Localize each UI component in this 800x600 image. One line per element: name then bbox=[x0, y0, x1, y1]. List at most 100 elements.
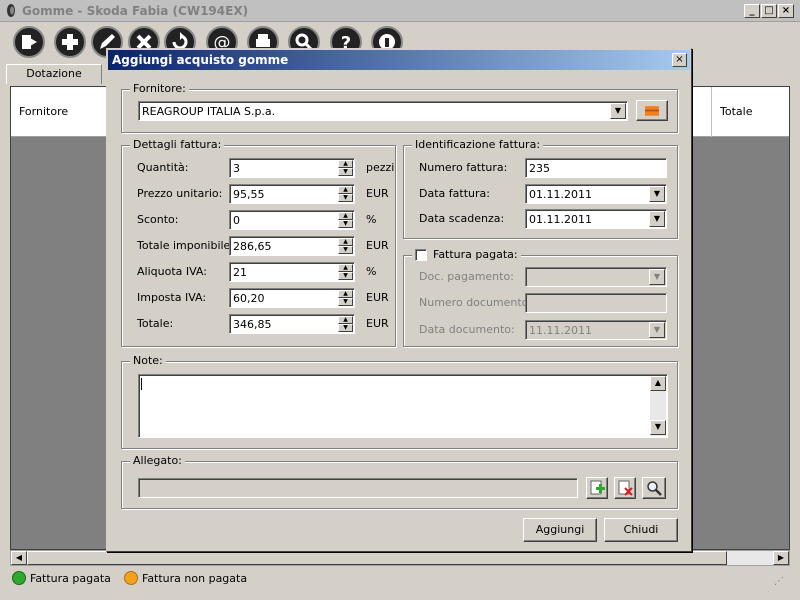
note-label: Note: bbox=[130, 354, 166, 367]
spin-down-icon[interactable]: ▼ bbox=[338, 194, 353, 202]
fornitore-browse-button[interactable] bbox=[636, 100, 668, 121]
spin-down-icon[interactable]: ▼ bbox=[338, 272, 353, 280]
imposta-iva-value: 60,20 bbox=[233, 292, 265, 305]
numero-fattura-input[interactable]: 235 bbox=[525, 158, 667, 178]
fattura-pagata-group: Fattura pagata: Doc. pagamento: ▼ Numero… bbox=[403, 248, 678, 347]
data-scadenza-picker[interactable]: 01.11.2011 ▼ bbox=[525, 209, 667, 229]
totale-label: Totale: bbox=[137, 317, 174, 330]
column-fornitore[interactable]: Fornitore bbox=[19, 105, 68, 118]
imposta-iva-spinner[interactable]: ▲ ▼ bbox=[338, 290, 353, 306]
spin-up-icon[interactable]: ▲ bbox=[338, 186, 353, 194]
spin-down-icon[interactable]: ▼ bbox=[338, 324, 353, 332]
quantita-label: Quantità: bbox=[137, 161, 189, 174]
aliquota-iva-unit: % bbox=[366, 265, 377, 278]
add-attachment-button[interactable] bbox=[586, 477, 608, 499]
scroll-left-arrow[interactable]: ◀ bbox=[11, 551, 27, 565]
quantita-value: 3 bbox=[233, 162, 240, 175]
data-fattura-picker[interactable]: 01.11.2011 ▼ bbox=[525, 184, 667, 204]
minimize-button[interactable]: _ bbox=[744, 4, 760, 18]
identificazione-fattura-label: Identificazione fattura: bbox=[412, 138, 544, 151]
tab-dotazione[interactable]: Dotazione bbox=[6, 64, 102, 84]
horizontal-scrollbar[interactable]: ◀ ▶ bbox=[10, 550, 790, 566]
spin-down-icon[interactable]: ▼ bbox=[338, 298, 353, 306]
fornitore-label: Fornitore: bbox=[130, 82, 189, 95]
numero-fattura-value: 235 bbox=[529, 162, 550, 175]
data-fattura-value: 01.11.2011 bbox=[529, 188, 592, 201]
data-documento-label: Data documento: bbox=[419, 323, 515, 336]
remove-attachment-button[interactable] bbox=[614, 477, 636, 499]
prezzo-unitario-spinner[interactable]: ▲ ▼ bbox=[338, 186, 353, 202]
exit-button[interactable] bbox=[12, 25, 46, 59]
prezzo-unitario-value: 95,55 bbox=[233, 188, 265, 201]
scroll-up-arrow[interactable]: ▲ bbox=[650, 376, 666, 391]
legend-paid: Fattura pagata bbox=[30, 572, 111, 585]
fattura-pagata-legend: Fattura pagata: bbox=[412, 248, 521, 261]
allegato-label: Allegato: bbox=[130, 454, 185, 467]
spin-up-icon[interactable]: ▲ bbox=[338, 238, 353, 246]
note-textarea[interactable]: ▲ ▼ bbox=[138, 374, 668, 438]
doc-pagamento-select[interactable]: ▼ bbox=[525, 267, 667, 287]
view-attachment-button[interactable] bbox=[642, 477, 666, 499]
prezzo-unitario-label: Prezzo unitario: bbox=[137, 187, 223, 200]
aggiungi-button[interactable]: Aggiungi bbox=[523, 518, 597, 542]
scroll-right-arrow[interactable]: ▶ bbox=[773, 551, 789, 565]
sconto-input[interactable]: 0 ▲ ▼ bbox=[229, 210, 355, 230]
resize-grip-icon[interactable]: ⋰ bbox=[774, 576, 784, 587]
close-window-button[interactable]: × bbox=[778, 4, 794, 18]
totale-unit: EUR bbox=[366, 317, 389, 330]
spin-up-icon[interactable]: ▲ bbox=[338, 160, 353, 168]
totale-spinner[interactable]: ▲ ▼ bbox=[338, 316, 353, 332]
spin-up-icon[interactable]: ▲ bbox=[338, 212, 353, 220]
scroll-down-arrow[interactable]: ▼ bbox=[650, 420, 666, 435]
aliquota-iva-input[interactable]: 21 ▲ ▼ bbox=[229, 262, 355, 282]
note-scrollbar[interactable]: ▲ ▼ bbox=[650, 376, 666, 436]
aliquota-iva-spinner[interactable]: ▲ ▼ bbox=[338, 264, 353, 280]
identificazione-fattura-group: Identificazione fattura: Numero fattura:… bbox=[403, 138, 678, 239]
chevron-down-icon[interactable]: ▼ bbox=[649, 322, 665, 338]
data-scadenza-value: 01.11.2011 bbox=[529, 213, 592, 226]
sconto-spinner[interactable]: ▲ ▼ bbox=[338, 212, 353, 228]
spin-up-icon[interactable]: ▲ bbox=[338, 290, 353, 298]
chiudi-button[interactable]: Chiudi bbox=[604, 518, 678, 542]
quantita-input[interactable]: 3 ▲ ▼ bbox=[229, 158, 355, 178]
spin-down-icon[interactable]: ▼ bbox=[338, 220, 353, 228]
totale-input[interactable]: 346,85 ▲ ▼ bbox=[229, 314, 355, 334]
chevron-down-icon[interactable]: ▼ bbox=[649, 269, 665, 285]
dettagli-fattura-label: Dettagli fattura: bbox=[130, 138, 225, 151]
chevron-down-icon[interactable]: ▼ bbox=[649, 211, 665, 227]
fattura-pagata-label: Fattura pagata: bbox=[433, 248, 518, 261]
chevron-down-icon[interactable]: ▼ bbox=[649, 186, 665, 202]
totale-imponibile-input[interactable]: 286,65 ▲ ▼ bbox=[229, 236, 355, 256]
sconto-unit: % bbox=[366, 213, 377, 226]
data-documento-picker[interactable]: 11.11.2011 ▼ bbox=[525, 320, 667, 340]
spin-down-icon[interactable]: ▼ bbox=[338, 246, 353, 254]
fornitore-select[interactable]: REAGROUP ITALIA S.p.a. ▼ bbox=[138, 101, 628, 121]
totale-imponibile-unit: EUR bbox=[366, 239, 389, 252]
spin-down-icon[interactable]: ▼ bbox=[338, 168, 353, 176]
data-documento-value: 11.11.2011 bbox=[529, 324, 592, 337]
quantita-spinner[interactable]: ▲ ▼ bbox=[338, 160, 353, 176]
folder-icon bbox=[645, 106, 659, 116]
prezzo-unitario-unit: EUR bbox=[366, 187, 389, 200]
totale-imponibile-spinner[interactable]: ▲ ▼ bbox=[338, 238, 353, 254]
numero-documento-input[interactable] bbox=[525, 293, 667, 313]
aliquota-iva-label: Aliquota IVA: bbox=[137, 265, 207, 278]
imposta-iva-label: Imposta IVA: bbox=[137, 291, 207, 304]
imposta-iva-input[interactable]: 60,20 ▲ ▼ bbox=[229, 288, 355, 308]
scroll-thumb[interactable] bbox=[27, 551, 727, 565]
imposta-iva-unit: EUR bbox=[366, 291, 389, 304]
add-button[interactable] bbox=[53, 25, 87, 59]
column-totale[interactable]: Totale bbox=[711, 87, 752, 137]
maximize-button[interactable]: □ bbox=[761, 4, 777, 18]
spin-up-icon[interactable]: ▲ bbox=[338, 316, 353, 324]
dialog-close-button[interactable]: × bbox=[672, 53, 687, 67]
magnifier-icon bbox=[647, 481, 662, 496]
allegato-input[interactable] bbox=[138, 478, 578, 498]
fattura-pagata-checkbox[interactable] bbox=[415, 248, 427, 261]
prezzo-unitario-input[interactable]: 95,55 ▲ ▼ bbox=[229, 184, 355, 204]
aliquota-iva-value: 21 bbox=[233, 266, 247, 279]
chevron-down-icon[interactable]: ▼ bbox=[610, 103, 626, 119]
dettagli-fattura-group: Dettagli fattura: Quantità: 3 ▲ ▼ pezzi Prezz… bbox=[121, 138, 396, 347]
allegato-group: Allegato: bbox=[121, 454, 678, 509]
spin-up-icon[interactable]: ▲ bbox=[338, 264, 353, 272]
